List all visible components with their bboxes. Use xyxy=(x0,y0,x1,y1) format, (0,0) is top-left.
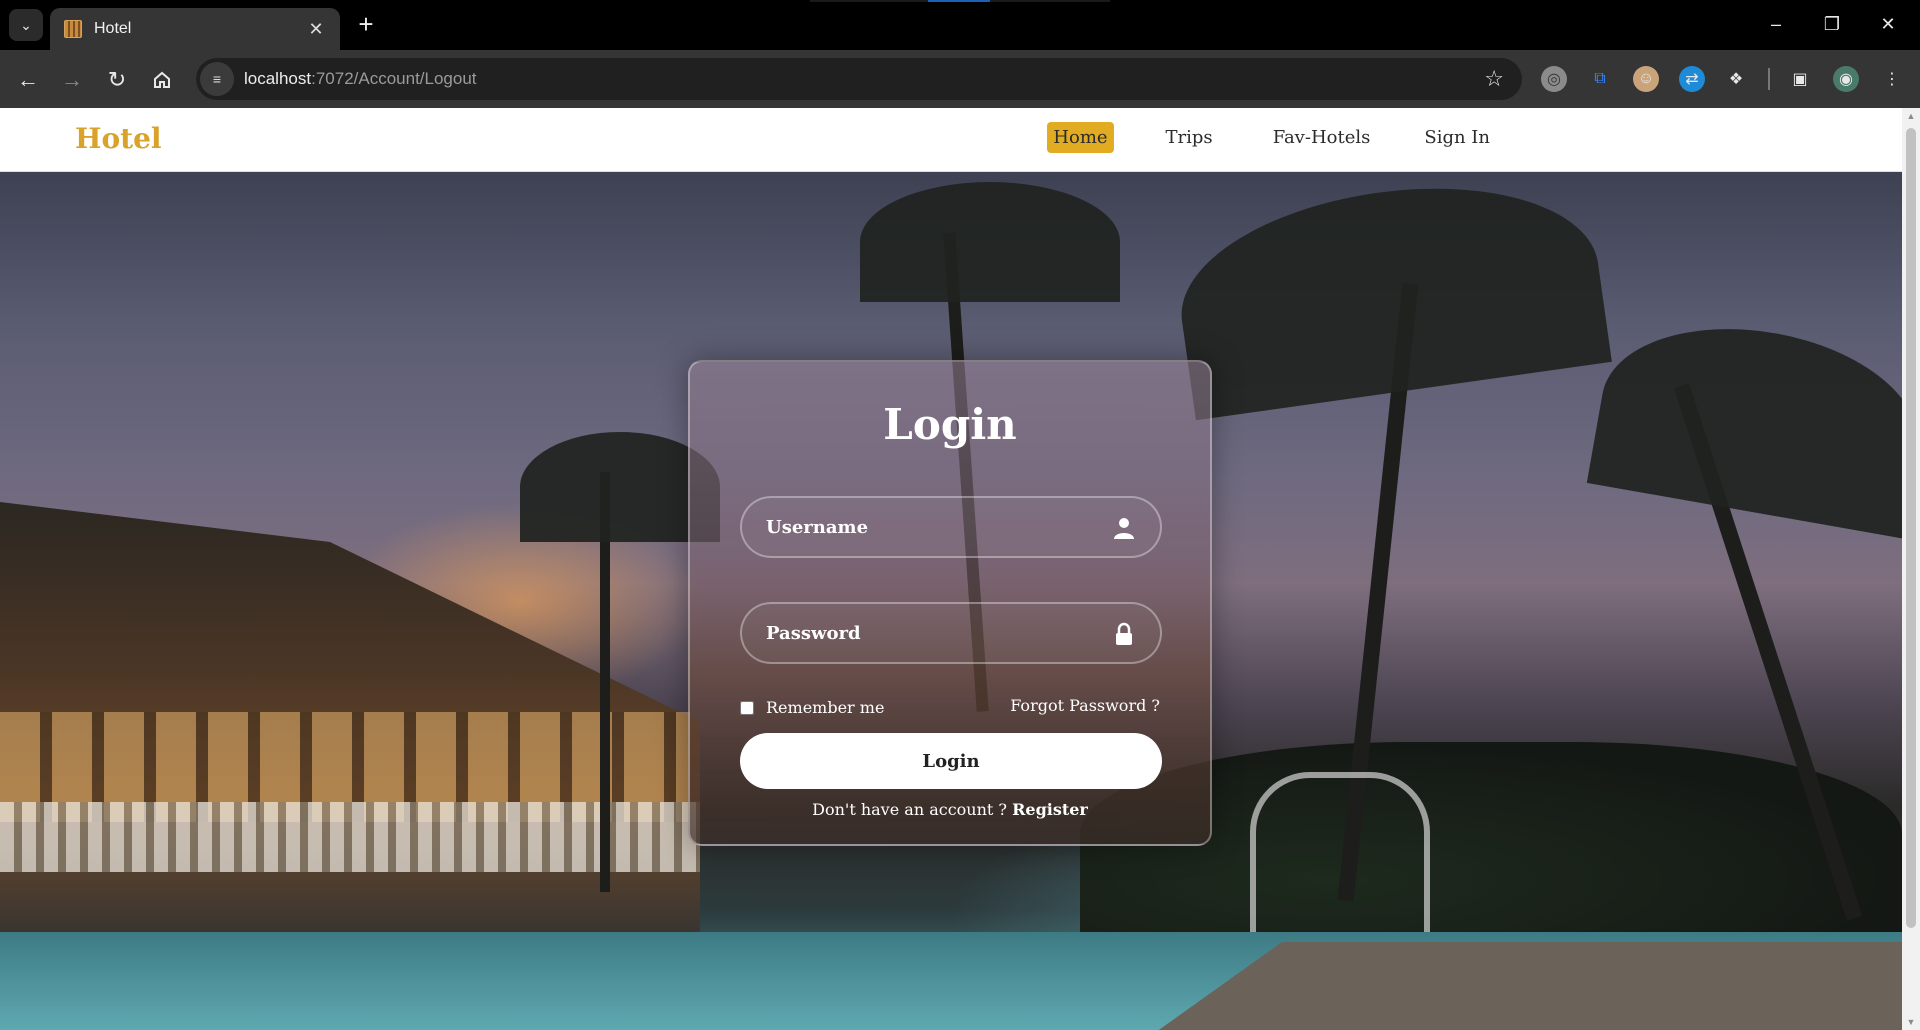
menu-kebab-icon[interactable]: ⋮ xyxy=(1879,66,1905,92)
password-field xyxy=(740,602,1162,664)
site-info-icon[interactable]: ≡ xyxy=(200,62,234,96)
profile-avatar[interactable]: ◉ xyxy=(1833,66,1859,92)
restore-button[interactable]: ❐ xyxy=(1804,0,1860,48)
page-viewport: Hotel Home Trips Fav-Hotels Sign In Logi… xyxy=(0,108,1902,1030)
register-prompt: Don't have an account ? Register xyxy=(690,800,1210,819)
register-link[interactable]: Register xyxy=(1012,800,1088,819)
palm-crown xyxy=(1586,305,1902,539)
reload-button[interactable]: ↻ xyxy=(101,64,133,96)
remember-me-label: Remember me xyxy=(766,698,885,717)
forward-button[interactable]: → xyxy=(56,64,88,96)
tab-title: Hotel xyxy=(94,20,132,37)
remember-me-checkbox[interactable] xyxy=(740,700,754,715)
url-text: localhost:7072/Account/Logout xyxy=(244,69,477,88)
chevron-down-icon: ⌄ xyxy=(20,16,32,33)
nav-trips[interactable]: Trips xyxy=(1160,122,1219,153)
nav-sign-in[interactable]: Sign In xyxy=(1418,122,1496,153)
hotel-favicon-icon xyxy=(64,20,82,38)
register-prompt-text: Don't have an account ? xyxy=(812,800,1007,819)
user-icon xyxy=(1114,518,1134,539)
scroll-up-arrow[interactable]: ▲ xyxy=(1902,108,1920,124)
login-card: Login Remember me Forgot Password ? Logi… xyxy=(688,360,1212,846)
tab-search-button[interactable]: ⌄ xyxy=(9,9,43,41)
nav-fav-hotels[interactable]: Fav-Hotels xyxy=(1267,122,1377,153)
globe-extension-icon[interactable]: ◎ xyxy=(1541,66,1567,92)
main-nav: Home Trips Fav-Hotels Sign In xyxy=(1047,122,1902,153)
side-panel-icon[interactable]: ▣ xyxy=(1787,66,1813,92)
close-icon[interactable]: ✕ xyxy=(306,19,326,40)
browser-tab[interactable]: Hotel ✕ xyxy=(50,8,340,50)
browser-toolbar: ← → ↻ ≡ localhost:7072/Account/Logout ☆ … xyxy=(0,50,1920,108)
scroll-thumb[interactable] xyxy=(1906,128,1916,928)
lock-icon xyxy=(1116,622,1132,645)
username-field xyxy=(740,496,1162,558)
arrow-right-icon: → xyxy=(61,67,83,92)
remember-me[interactable]: Remember me xyxy=(740,698,884,717)
site-header: Hotel Home Trips Fav-Hotels Sign In xyxy=(0,108,1902,172)
balcony-railing xyxy=(0,802,700,872)
address-bar[interactable]: ≡ localhost:7072/Account/Logout ☆ xyxy=(196,58,1522,100)
close-window-button[interactable]: ✕ xyxy=(1860,0,1916,48)
login-title: Login xyxy=(883,400,1017,449)
reload-icon: ↻ xyxy=(107,67,127,92)
palm-crown xyxy=(1168,163,1612,421)
translate-extension-icon[interactable]: ⇄ xyxy=(1679,66,1705,92)
forgot-password-link[interactable]: Forgot Password ? xyxy=(1010,696,1160,715)
audio-extension-icon[interactable]: ⧉ xyxy=(1587,66,1613,92)
home-button[interactable] xyxy=(146,64,178,96)
face-extension-icon[interactable]: ☺ xyxy=(1633,66,1659,92)
page-scrollbar[interactable]: ▲ ▼ xyxy=(1902,108,1920,1030)
username-input[interactable] xyxy=(766,498,1096,556)
login-button[interactable]: Login xyxy=(740,733,1162,789)
bookmark-star-icon[interactable]: ☆ xyxy=(1484,66,1504,92)
tab-strip-accent xyxy=(810,0,1110,2)
nav-home[interactable]: Home xyxy=(1047,122,1114,153)
palm-crown xyxy=(860,182,1120,302)
site-logo[interactable]: Hotel xyxy=(75,122,162,155)
back-button[interactable]: ← xyxy=(12,64,44,96)
arrow-left-icon: ← xyxy=(17,67,39,92)
puzzle-extensions-icon[interactable]: ❖ xyxy=(1723,66,1749,92)
scroll-down-arrow[interactable]: ▼ xyxy=(1902,1014,1920,1030)
password-input[interactable] xyxy=(766,604,1096,662)
browser-tab-strip: ⌄ Hotel ✕ + – ❐ ✕ xyxy=(0,0,1920,50)
minimize-button[interactable]: – xyxy=(1748,0,1804,48)
home-icon xyxy=(154,71,170,88)
new-tab-button[interactable]: + xyxy=(352,10,380,38)
toolbar-separator xyxy=(1768,68,1770,90)
